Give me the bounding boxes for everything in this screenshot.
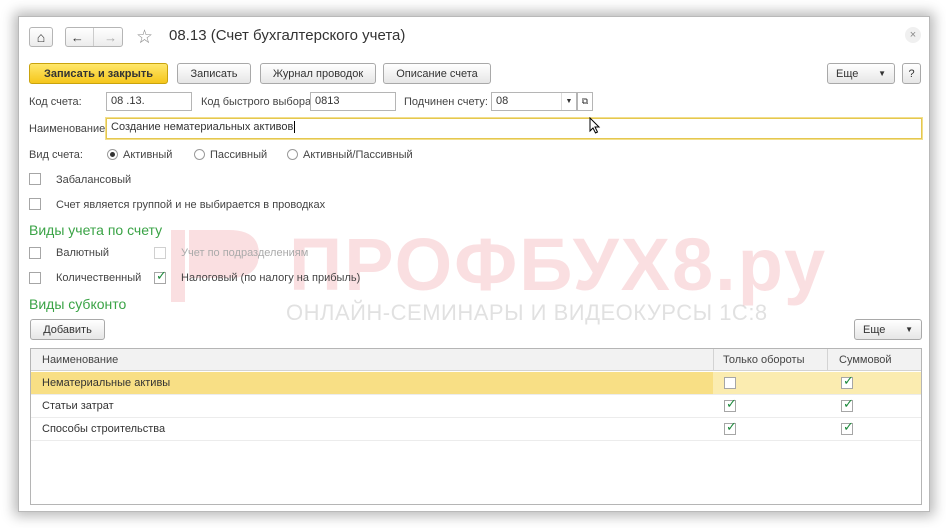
- radio-active-passive-label: Активный/Пассивный: [303, 149, 413, 161]
- turnover-checkbox[interactable]: ✓: [724, 396, 737, 412]
- offbalance-checkbox[interactable]: [29, 173, 41, 185]
- row-name: Способы строительства: [42, 423, 166, 435]
- subconto-table: Наименование Только обороты Суммовой Нем…: [30, 348, 922, 505]
- division-label: Учет по подразделениям: [181, 247, 309, 259]
- table-row[interactable]: Статьи затрат ✓ ✓: [31, 395, 921, 418]
- col-turnover-header[interactable]: Только обороты: [723, 354, 804, 366]
- checkmark-icon: ✓: [843, 373, 854, 388]
- account-code-field[interactable]: 08 .13.: [106, 92, 192, 111]
- division-checkbox[interactable]: [154, 247, 166, 259]
- name-label: Наименование:: [29, 123, 109, 135]
- row-name: Нематериальные активы: [42, 377, 171, 389]
- col-name-header[interactable]: Наименование: [42, 354, 118, 366]
- more-label: Еще: [836, 67, 859, 80]
- forward-icon[interactable]: →: [104, 30, 117, 45]
- parent-account-value: 08: [496, 95, 509, 107]
- quantity-label: Количественный: [56, 272, 142, 284]
- account-code-label: Код счета:: [29, 96, 82, 108]
- sum-checkbox[interactable]: ✓: [841, 373, 854, 389]
- home-button[interactable]: ⌂: [29, 27, 53, 47]
- add-button[interactable]: Добавить: [30, 319, 105, 340]
- account-type-label: Вид счета:: [29, 149, 83, 161]
- page-title: 08.13 (Счет бухгалтерского учета): [169, 27, 406, 44]
- subconto-more-button[interactable]: Еще ▼: [854, 319, 922, 340]
- watermark-logo-icon: [171, 230, 259, 302]
- dropdown-arrow-icon[interactable]: ▼: [561, 93, 576, 110]
- offbalance-label: Забалансовый: [56, 174, 132, 186]
- save-and-close-button[interactable]: Записать и закрыть: [29, 63, 168, 84]
- tax-label: Налоговый (по налогу на прибыль): [181, 272, 361, 284]
- turnover-checkbox[interactable]: ✓: [724, 419, 737, 435]
- watermark-tagline: ОНЛАЙН-СЕМИНАРЫ И ВИДЕОКУРСЫ 1С:8: [286, 300, 768, 325]
- quick-code-field[interactable]: 0813: [310, 92, 396, 111]
- watermark-brand: ПРОФБУХ8.ру: [289, 223, 828, 306]
- turnover-checkbox[interactable]: [724, 377, 736, 389]
- checkmark-icon: ✓: [726, 396, 737, 411]
- col-sum-header[interactable]: Суммовой: [839, 354, 892, 366]
- currency-checkbox[interactable]: [29, 247, 41, 259]
- dropdown-arrow-icon: ▼: [878, 69, 886, 78]
- account-form-window: ⌂ ← → ☆ 08.13 (Счет бухгалтерского учета…: [18, 16, 930, 512]
- row-name: Статьи затрат: [42, 400, 114, 412]
- dropdown-arrow-icon: ▼: [905, 325, 913, 334]
- open-link-icon[interactable]: ⧉: [577, 92, 593, 111]
- radio-active-label: Активный: [123, 149, 173, 161]
- history-nav: ← →: [65, 27, 123, 47]
- close-icon[interactable]: ×: [905, 27, 921, 43]
- radio-passive-label: Пассивный: [210, 149, 268, 161]
- checkmark-icon: ✓: [843, 396, 854, 411]
- journal-button[interactable]: Журнал проводок: [260, 63, 376, 84]
- radio-passive[interactable]: [194, 149, 205, 160]
- accounting-section-title: Виды учета по счету: [29, 222, 163, 238]
- name-value: Создание нематериальных активов: [111, 121, 294, 133]
- back-icon[interactable]: ←: [71, 30, 84, 45]
- parent-account-field[interactable]: 08 ▼: [491, 92, 577, 111]
- table-row[interactable]: Нематериальные активы ✓: [31, 372, 921, 395]
- save-button[interactable]: Записать: [177, 63, 251, 84]
- more-menu-button[interactable]: Еще ▼: [827, 63, 895, 84]
- radio-active[interactable]: [107, 149, 118, 160]
- group-checkbox[interactable]: [29, 198, 41, 210]
- favorite-star-icon[interactable]: ☆: [136, 26, 153, 49]
- checkmark-icon: ✓: [726, 419, 737, 434]
- checkmark-icon: ✓: [843, 419, 854, 434]
- home-icon: ⌂: [36, 29, 46, 45]
- group-label: Счет является группой и не выбирается в …: [56, 199, 326, 211]
- subconto-section-title: Виды субконто: [29, 296, 127, 312]
- checkmark-icon: ✓: [156, 268, 167, 283]
- tax-checkbox[interactable]: ✓: [154, 268, 167, 284]
- parent-account-label: Подчинен счету:: [404, 96, 488, 108]
- radio-active-passive[interactable]: [287, 149, 298, 160]
- table-header: Наименование Только обороты Суммовой: [31, 349, 921, 371]
- account-description-button[interactable]: Описание счета: [383, 63, 491, 84]
- name-field[interactable]: Создание нематериальных активов: [106, 118, 922, 139]
- table-row[interactable]: Способы строительства ✓ ✓: [31, 418, 921, 441]
- subconto-more-label: Еще: [863, 323, 886, 336]
- currency-label: Валютный: [56, 247, 110, 259]
- sum-checkbox[interactable]: ✓: [841, 396, 854, 412]
- sum-checkbox[interactable]: ✓: [841, 419, 854, 435]
- mouse-cursor-icon: [589, 117, 601, 134]
- quantity-checkbox[interactable]: [29, 272, 41, 284]
- quick-code-label: Код быстрого выбора:: [201, 96, 315, 108]
- help-button[interactable]: ?: [902, 63, 921, 84]
